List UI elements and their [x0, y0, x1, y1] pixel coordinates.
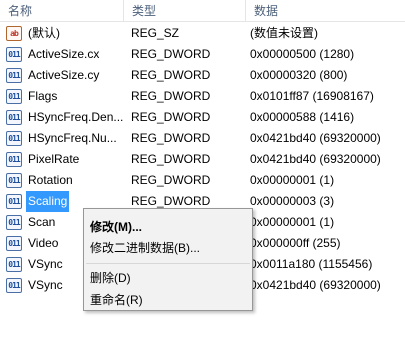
value-name-label: ActiveSize.cx	[28, 47, 100, 61]
value-type-cell: REG_DWORD	[131, 47, 211, 61]
value-data-cell: 0x00000001 (1)	[250, 173, 335, 187]
registry-value-row[interactable]: 011 PixelRate REG_DWORD 0x0421bd40 (6932000…	[0, 149, 405, 170]
binary-value-icon: 011	[6, 47, 22, 62]
binary-value-icon: 011	[6, 257, 22, 272]
value-name-label: HSyncFreq.Den...	[28, 110, 124, 124]
binary-value-icon: 011	[6, 131, 22, 146]
value-name-label: (默认)	[28, 26, 60, 40]
value-data-cell: 0x00000588 (1416)	[250, 110, 355, 124]
binary-value-icon: 011	[6, 278, 22, 293]
value-name-label: Video	[28, 236, 59, 250]
binary-value-icon: 011	[6, 236, 22, 251]
registry-value-row[interactable]: 011 ActiveSize.cy REG_DWORD 0x00000320 (800…	[0, 65, 405, 86]
value-name-label: ActiveSize.cy	[28, 68, 100, 82]
menu-separator	[86, 263, 250, 264]
registry-value-row[interactable]: 011 Rotation REG_DWORD 0x00000001 (1)	[0, 170, 405, 191]
value-name-label: PixelRate	[28, 152, 80, 166]
column-header: 名称 类型 数据	[0, 0, 405, 22]
value-type-cell: REG_DWORD	[131, 152, 211, 166]
registry-value-row[interactable]: 011 ActiveSize.cx REG_DWORD 0x00000500 (128…	[0, 44, 405, 65]
binary-value-icon: 011	[6, 194, 22, 209]
value-data-cell: 0x00000500 (1280)	[250, 47, 355, 61]
value-name-label: Flags	[28, 89, 58, 103]
value-type-cell: REG_DWORD	[131, 89, 211, 103]
menu-item-modify-binary[interactable]: 修改二进制数据(B)...	[86, 237, 250, 259]
registry-value-row[interactable]: ab (默认) REG_SZ (数值未设置)	[0, 23, 405, 44]
value-name-cell[interactable]: ab (默认)	[6, 23, 124, 44]
registry-value-row[interactable]: 011 Flags REG_DWORD 0x0101ff87 (16908167)	[0, 86, 405, 107]
value-name-cell[interactable]: 011 HSyncFreq.Den...	[6, 107, 124, 128]
binary-value-icon: 011	[6, 110, 22, 125]
menu-item-modify[interactable]: 修改(M)...	[86, 216, 250, 238]
value-name-cell[interactable]: 011 ActiveSize.cy	[6, 65, 124, 86]
binary-value-icon: 011	[6, 68, 22, 83]
value-name-label: Rotation	[28, 173, 73, 187]
value-name-label: VSync	[28, 278, 63, 292]
value-data-cell: (数值未设置)	[250, 26, 318, 40]
value-name-label: VSync	[28, 257, 63, 271]
value-data-cell: 0x0101ff87 (16908167)	[250, 89, 374, 103]
string-value-icon: ab	[6, 26, 22, 41]
menu-item-delete[interactable]: 删除(D)	[86, 267, 250, 289]
column-header-data[interactable]: 数据	[246, 0, 405, 22]
registry-value-row[interactable]: 011 HSyncFreq.Nu... REG_DWORD 0x0421bd40 (6…	[0, 128, 405, 149]
binary-value-icon: 011	[6, 152, 22, 167]
value-data-cell: 0x000000ff (255)	[250, 236, 341, 250]
value-name-cell[interactable]: 011 PixelRate	[6, 149, 124, 170]
value-name-cell[interactable]: 011 Flags	[6, 86, 124, 107]
value-data-cell: 0x0421bd40 (69320000)	[250, 152, 381, 166]
value-data-cell: 0x0421bd40 (69320000)	[250, 131, 381, 145]
value-name-cell[interactable]: 011 Rotation	[6, 170, 124, 191]
value-type-cell: REG_DWORD	[131, 131, 211, 145]
binary-value-icon: 011	[6, 215, 22, 230]
binary-value-icon: 011	[6, 89, 22, 104]
value-type-cell: REG_SZ	[131, 26, 180, 40]
value-data-cell: 0x0421bd40 (69320000)	[250, 278, 381, 292]
value-data-cell: 0x00000320 (800)	[250, 68, 348, 82]
menu-item-rename[interactable]: 重命名(R)	[86, 289, 250, 311]
value-name-cell[interactable]: 011 ActiveSize.cx	[6, 44, 124, 65]
value-name-cell[interactable]: 011 HSyncFreq.Nu...	[6, 128, 124, 149]
binary-value-icon: 011	[6, 173, 22, 188]
value-data-cell: 0x0011a180 (1155456)	[250, 257, 373, 271]
registry-value-row[interactable]: 011 HSyncFreq.Den... REG_DWORD 0x00000588 (…	[0, 107, 405, 128]
value-data-cell: 0x00000003 (3)	[250, 194, 335, 208]
value-data-cell: 0x00000001 (1)	[250, 215, 335, 229]
value-type-cell: REG_DWORD	[131, 68, 211, 82]
context-menu: 修改(M)... 修改二进制数据(B)... 删除(D) 重命名(R)	[83, 208, 253, 311]
value-name-label: HSyncFreq.Nu...	[28, 131, 117, 145]
column-header-name[interactable]: 名称	[0, 0, 124, 22]
value-name-label: Scan	[28, 215, 56, 229]
column-header-type[interactable]: 类型	[124, 0, 246, 22]
value-type-cell: REG_DWORD	[131, 110, 211, 124]
value-type-cell: REG_DWORD	[131, 173, 211, 187]
value-name-label: Scaling	[26, 191, 70, 212]
